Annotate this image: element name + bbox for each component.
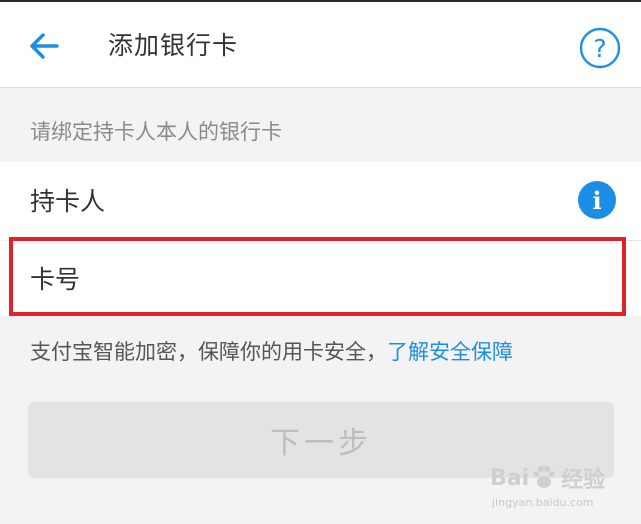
info-glyph: i — [592, 186, 601, 215]
cardholder-label: 持卡人 — [30, 187, 106, 216]
security-learn-more-link[interactable]: 了解安全保障 — [387, 340, 513, 364]
back-button[interactable] — [22, 26, 66, 66]
arrow-left-icon — [30, 33, 59, 59]
security-note: 支付宝智能加密，保障你的用卡安全，了解安全保障 — [30, 336, 513, 368]
info-icon: i — [592, 186, 601, 215]
security-note-text: 支付宝智能加密，保障你的用卡安全， — [30, 340, 387, 364]
question-circle-icon: ? — [579, 27, 621, 69]
bind-card-hint: 请绑定持卡人本人的银行卡 — [30, 120, 282, 144]
watermark-url: jingyan.baidu.com — [492, 496, 594, 509]
page-title: 添加银行卡 — [108, 31, 239, 60]
help-button[interactable]: ? — [578, 26, 622, 70]
help-glyph: ? — [593, 34, 606, 63]
card-number-input[interactable] — [110, 258, 604, 304]
cardholder-row: 持卡人 — [0, 162, 641, 240]
card-number-label: 卡号 — [30, 265, 81, 294]
title-bar: 添加银行卡 ? — [0, 0, 641, 88]
next-step-button[interactable]: 下一步 — [28, 402, 614, 478]
cardholder-info-button[interactable]: i — [578, 181, 616, 219]
